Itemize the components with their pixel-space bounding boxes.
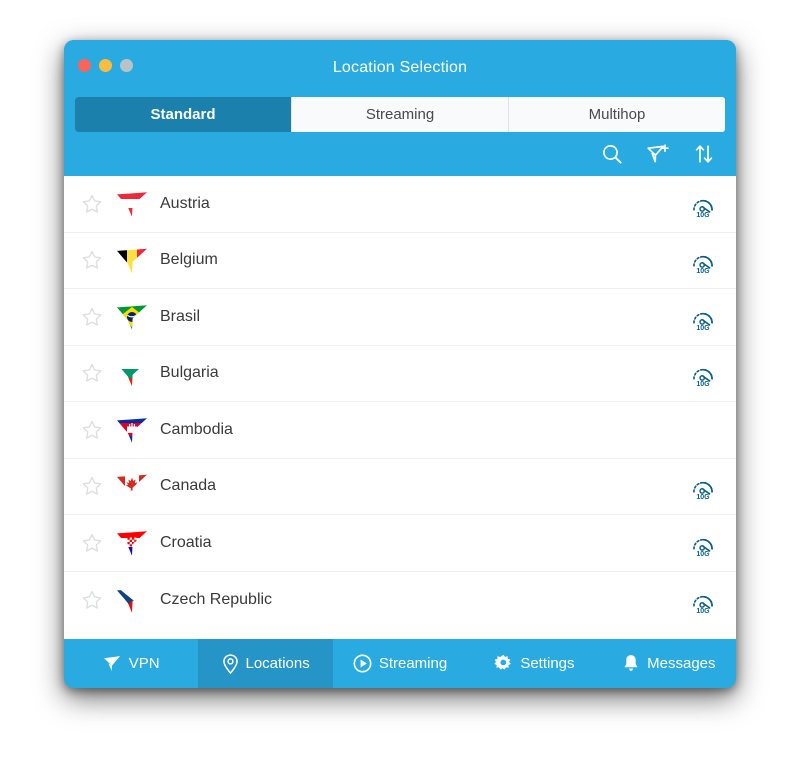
flag-icon [109,530,155,556]
table-row[interactable]: Cambodia [64,402,736,459]
search-icon[interactable] [600,142,624,166]
location-name: Czech Republic [160,590,273,608]
table-row[interactable]: Croatia 10G [64,515,736,572]
table-row[interactable]: Czech Republic 10G [64,571,736,628]
location-name: Cambodia [160,420,233,438]
flag-bg [117,361,147,387]
nav-item-settings[interactable]: Settings [467,639,601,688]
location-name: Croatia [160,533,212,551]
nav-item-vpn[interactable]: VPN [64,639,198,688]
window-title: Location Selection [332,59,468,76]
speed-badge: 10G [670,190,736,218]
speed-badge-label: 10G [696,381,710,387]
table-row[interactable]: Austria 10G [64,176,736,233]
favorite-star-icon[interactable] [75,362,109,384]
favorite-star-icon[interactable] [75,532,109,554]
favorite-star-icon[interactable] [75,589,109,611]
speed-badge-label: 10G [696,608,710,614]
favorite-star-icon[interactable] [75,306,109,328]
speed-badge: 10G [670,246,736,274]
paper-plane-icon [103,655,122,672]
speed-badge-label: 10G [696,494,710,500]
speed-badge: 10G [670,472,736,500]
speed-badge-label: 10G [696,212,710,218]
location-name: Canada [160,477,217,495]
speed-badge: 10G [670,529,736,557]
location-name: Belgium [160,251,218,269]
table-row[interactable]: Canada 10G [64,458,736,515]
flag-at [117,192,147,217]
nav-item-streaming[interactable]: Streaming [333,639,467,688]
bell-icon [622,654,640,673]
speed-badge: 10G [670,303,736,331]
nav-item-streaming-label: Streaming [378,655,448,672]
speed-badge-label: 10G [696,551,710,557]
sort-icon[interactable] [692,142,716,166]
tab-multihop[interactable]: Multihop [509,97,725,132]
bottom-nav: VPN Locations Streaming Settings Message… [64,639,736,688]
flag-icon [109,360,155,387]
nav-item-messages[interactable]: Messages [602,639,736,688]
title-bar: Location Selection [64,40,736,97]
favorite-star-icon[interactable] [75,249,109,271]
toolbar [64,132,736,176]
nav-item-messages-label: Messages [647,655,716,672]
favorite-star-icon[interactable] [75,475,109,497]
flag-hr [117,531,147,556]
favorite-star-icon[interactable] [75,419,109,441]
nav-item-locations-label: Locations [245,655,310,672]
flag-icon [109,304,155,330]
location-name: Austria [160,194,210,212]
location-name: Bulgaria [160,364,219,382]
flag-cz [117,588,147,613]
speed-badge: 10G [670,359,736,387]
flag-ca [117,474,147,500]
nav-item-settings-label: Settings [520,655,575,672]
speed-badge-label: 10G [696,268,710,274]
nav-item-locations[interactable]: Locations [198,639,333,688]
map-pin-icon [222,653,239,674]
tab-streaming[interactable]: Streaming [292,97,509,132]
speed-badge-label: 10G [696,325,710,331]
table-row[interactable]: Belgium 10G [64,232,736,289]
speed-badge: 10G [670,586,736,614]
flag-icon [109,191,155,217]
table-row[interactable]: Brasil 10G [64,289,736,346]
flag-br [117,305,147,330]
nav-item-vpn-label: VPN [128,655,160,672]
gear-icon [494,654,513,673]
app-window: Location Selection Standard Streaming Mu… [64,40,736,688]
location-name: Brasil [160,307,201,325]
flag-icon [109,587,155,613]
tab-standard[interactable]: Standard [75,97,292,132]
tab-multihop-label: Multihop [588,106,646,123]
tab-standard-label: Standard [150,106,216,123]
table-row[interactable]: Bulgaria 10G [64,345,736,402]
flag-be [117,248,147,274]
play-circle-icon [353,654,372,673]
tab-streaming-label: Streaming [365,106,435,123]
flag-kh [117,418,147,443]
flag-icon [109,417,155,443]
location-list: Austria 10G Belgium 10G Brasil 10G Bulga… [64,176,736,639]
flag-icon [109,473,155,500]
flag-icon [109,247,155,274]
tab-bar: Standard Streaming Multihop [75,97,725,132]
favorite-star-icon[interactable] [75,193,109,215]
add-location-icon[interactable] [646,142,670,166]
